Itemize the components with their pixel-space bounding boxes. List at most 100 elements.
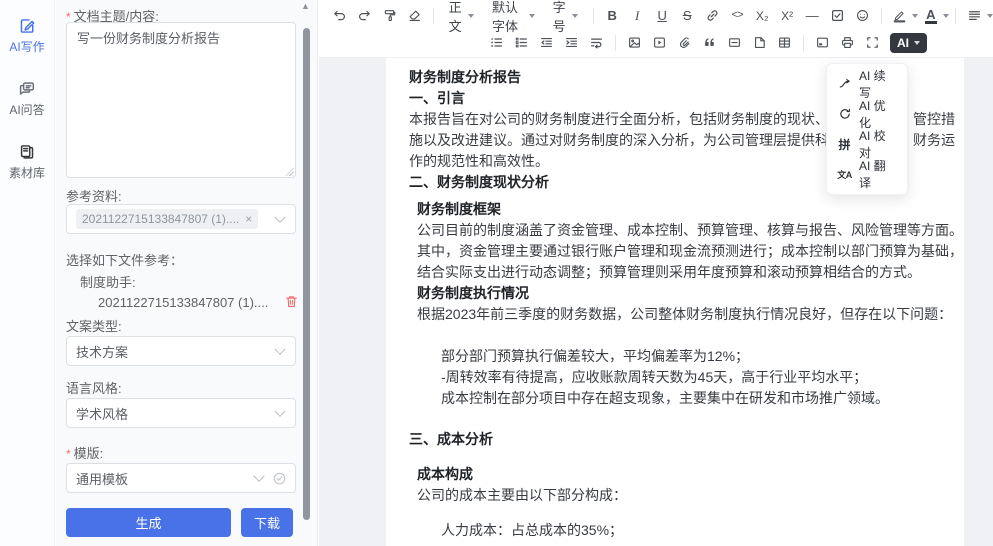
- sidebar: AI写作 AI问答 素材库: [0, 0, 55, 546]
- download-button[interactable]: 下载: [241, 508, 293, 537]
- doc-list-item: 部分部门预算执行偏差较大，平均偏差率为12%；: [441, 346, 946, 367]
- reference-select[interactable]: 2021122715133847807 (1).... ×: [66, 204, 296, 234]
- doc-list-item: -周转效率有待提高，应收账款周转天数为45天，高于行业平均水平；: [441, 367, 946, 388]
- font-size-value: 字号: [553, 0, 566, 35]
- scroll-up-icon[interactable]: ▲: [301, 1, 310, 11]
- undo-icon[interactable]: [328, 4, 351, 27]
- ordered-list-icon[interactable]: [510, 31, 533, 54]
- menu-item-ai-continue[interactable]: AI 续写: [827, 69, 907, 99]
- panel-scrollbar-thumb[interactable]: [303, 28, 310, 520]
- toolbar-separator: [803, 35, 804, 51]
- bold-button[interactable]: B: [601, 4, 624, 27]
- material-library-icon: [18, 143, 36, 161]
- link-icon[interactable]: [701, 4, 724, 27]
- textarea-resize-handle[interactable]: [285, 167, 294, 176]
- caret-down-icon: [572, 14, 578, 18]
- highlight-color-icon[interactable]: [888, 4, 911, 27]
- font-family-select[interactable]: 默认字体: [483, 4, 544, 27]
- attachment-icon[interactable]: [673, 31, 696, 54]
- doc-list-item: 人力成本：占总成本的35%；: [441, 520, 946, 541]
- doc-line: 根据2023年前三季度的财务数据，公司整体财务制度执行情况良好，但存在以下问题：: [417, 304, 946, 325]
- sidebar-item-ai-writing[interactable]: AI写作: [0, 17, 54, 55]
- copy-type-value: 技术方案: [76, 342, 128, 361]
- text-wrap-icon[interactable]: [585, 31, 608, 54]
- bullet-list-icon[interactable]: [485, 31, 508, 54]
- superscript-button[interactable]: X²: [776, 4, 799, 27]
- insert-table-icon[interactable]: [773, 31, 796, 54]
- delete-file-icon[interactable]: [284, 294, 299, 309]
- inline-code-button[interactable]: <>: [726, 4, 749, 27]
- emoji-icon[interactable]: [851, 4, 874, 27]
- chevron-down-icon: [274, 212, 285, 223]
- task-checkbox-icon[interactable]: [826, 4, 849, 27]
- sidebar-item-label: AI写作: [9, 38, 44, 55]
- outdent-icon[interactable]: [535, 31, 558, 54]
- doc-line: 结合实际支出进行动态调整；预算管理则采用年度预算和滚动预算相结合的方式。: [417, 262, 946, 283]
- strikethrough-button[interactable]: S: [676, 4, 699, 27]
- check-circle-icon: [272, 471, 287, 489]
- copy-type-select[interactable]: 技术方案: [66, 336, 296, 366]
- chevron-down-icon: [253, 471, 264, 482]
- toolbar-separator: [433, 8, 434, 24]
- ai-translate-icon: 文A: [837, 167, 852, 182]
- redo-icon[interactable]: [353, 4, 376, 27]
- code-block-icon[interactable]: [811, 31, 834, 54]
- template-select[interactable]: 通用模板: [66, 463, 296, 493]
- caret-down-icon: [914, 41, 920, 45]
- reference-label: 参考资料:: [66, 186, 122, 205]
- reference-tag-text: 2021122715133847807 (1)....: [82, 212, 239, 226]
- menu-item-ai-proofread[interactable]: 拼 AI 校对: [827, 129, 907, 159]
- italic-button[interactable]: I: [626, 4, 649, 27]
- caret-down-icon[interactable]: [987, 14, 993, 18]
- blockquote-icon[interactable]: [698, 31, 721, 54]
- menu-item-label: AI 校对: [859, 127, 897, 161]
- caret-down-icon[interactable]: [943, 14, 949, 18]
- align-icon[interactable]: [963, 4, 986, 27]
- divider-block-icon[interactable]: [723, 31, 746, 54]
- ai-writing-icon: [18, 17, 36, 35]
- menu-item-label: AI 翻译: [859, 157, 897, 191]
- doc-subheading: 成本构成: [417, 464, 946, 485]
- horizontal-rule-button[interactable]: —: [801, 4, 824, 27]
- page-break-icon[interactable]: [748, 31, 771, 54]
- underline-button[interactable]: U: [651, 4, 674, 27]
- insert-video-icon[interactable]: [648, 31, 671, 54]
- caret-down-icon: [529, 14, 535, 18]
- menu-item-ai-optimize[interactable]: AI 优化: [827, 99, 907, 129]
- ai-optimize-icon: [837, 107, 852, 122]
- ai-tools-button[interactable]: AI: [890, 33, 927, 53]
- ai-proofread-icon: 拼: [837, 137, 852, 152]
- format-painter-icon[interactable]: [378, 4, 401, 27]
- menu-item-ai-translate[interactable]: 文A AI 翻译: [827, 159, 907, 189]
- paragraph-style-select[interactable]: 正文: [440, 4, 483, 27]
- subscript-button[interactable]: X₂: [751, 4, 774, 27]
- style-value: 学术风格: [76, 404, 128, 423]
- reference-tag: 2021122715133847807 (1).... ×: [76, 209, 258, 229]
- generate-button[interactable]: 生成: [66, 508, 231, 537]
- doc-line: 其中，资金管理主要通过银行账户管理和现金流预测进行；成本控制以部门预算为基础，: [417, 241, 946, 262]
- font-size-select[interactable]: 字号: [544, 4, 587, 27]
- font-color-icon[interactable]: A: [919, 4, 942, 27]
- required-asterisk: *: [66, 447, 71, 461]
- print-icon[interactable]: [836, 31, 859, 54]
- sidebar-item-material-library[interactable]: 素材库: [0, 143, 54, 181]
- font-color-letter: A: [925, 8, 936, 24]
- tag-close-icon[interactable]: ×: [245, 212, 252, 226]
- doc-subheading: 财务制度执行情况: [417, 283, 946, 304]
- ai-qa-icon: [18, 80, 36, 98]
- eraser-icon[interactable]: [403, 4, 426, 27]
- style-select[interactable]: 学术风格: [66, 398, 296, 428]
- fullscreen-icon[interactable]: [861, 31, 884, 54]
- menu-item-label: AI 续写: [859, 67, 897, 101]
- file-select-label: 选择如下文件参考：: [66, 250, 183, 269]
- indent-icon[interactable]: [560, 31, 583, 54]
- doc-line: 公司目前的制度涵盖了资金管理、成本控制、预算管理、核算与报告、风险管理等方面。: [417, 220, 946, 241]
- doc-list-item: 成本控制在部分项目中存在超支现象，主要集中在研发和市场推广领域。: [441, 388, 946, 409]
- caret-down-icon[interactable]: [912, 14, 918, 18]
- template-value: 通用模板: [76, 469, 128, 488]
- toolbar-separator: [881, 8, 882, 24]
- insert-image-icon[interactable]: [623, 31, 646, 54]
- topic-input[interactable]: 写一份财务制度分析报告: [66, 22, 296, 178]
- sidebar-item-ai-qa[interactable]: AI问答: [0, 80, 54, 118]
- sidebar-item-label: AI问答: [9, 101, 44, 118]
